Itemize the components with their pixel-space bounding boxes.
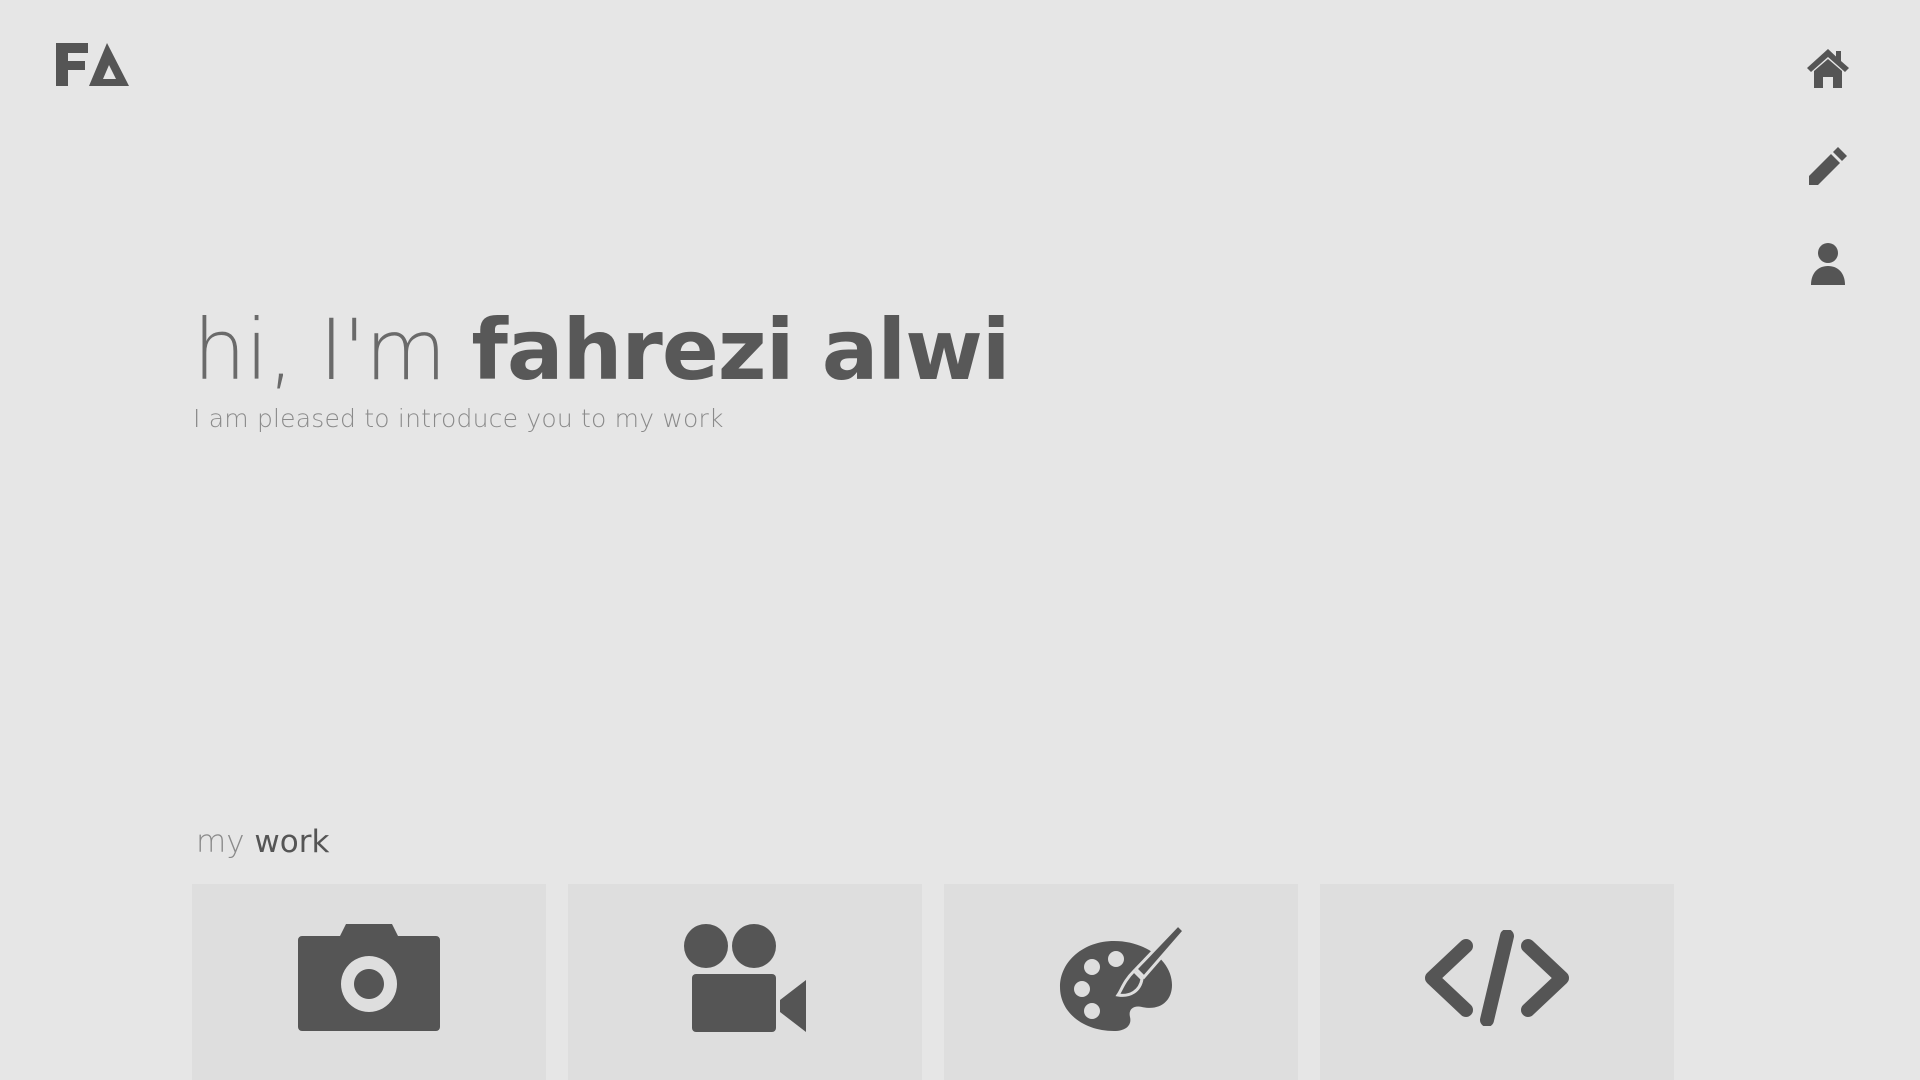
hero-greeting: hi, I'm: [193, 301, 472, 399]
side-nav: [1798, 40, 1858, 334]
fa-logo[interactable]: [54, 40, 130, 90]
my-work-heading: my work: [196, 824, 329, 860]
my-work-heading-bold: work: [254, 824, 330, 860]
code-icon: [1425, 930, 1569, 1026]
nav-profile-button[interactable]: [1800, 236, 1856, 292]
work-card-photography[interactable]: [192, 884, 546, 1080]
nav-edit-button[interactable]: [1800, 138, 1856, 194]
work-card-development[interactable]: [1320, 884, 1674, 1080]
palette-icon: [1060, 923, 1186, 1031]
camera-icon: [298, 924, 440, 1031]
my-work-heading-muted: my: [196, 824, 255, 860]
work-card-videography[interactable]: [568, 884, 922, 1080]
hero-name: fahrezi alwi: [471, 301, 1010, 399]
nav-home-button[interactable]: [1800, 40, 1856, 96]
user-icon: [1811, 243, 1845, 285]
portfolio-page: hi, I'm fahrezi alwi I am pleased to int…: [0, 0, 1920, 1080]
home-icon: [1807, 49, 1849, 88]
video-camera-icon: [684, 924, 806, 1032]
hero-title: hi, I'm fahrezi alwi: [193, 300, 1011, 400]
hero-section: hi, I'm fahrezi alwi I am pleased to int…: [193, 300, 1011, 433]
hero-subtitle: I am pleased to introduce you to my work: [193, 404, 724, 433]
work-card-design[interactable]: [944, 884, 1298, 1080]
work-grid: [192, 884, 1674, 1080]
pencil-icon: [1809, 147, 1847, 185]
